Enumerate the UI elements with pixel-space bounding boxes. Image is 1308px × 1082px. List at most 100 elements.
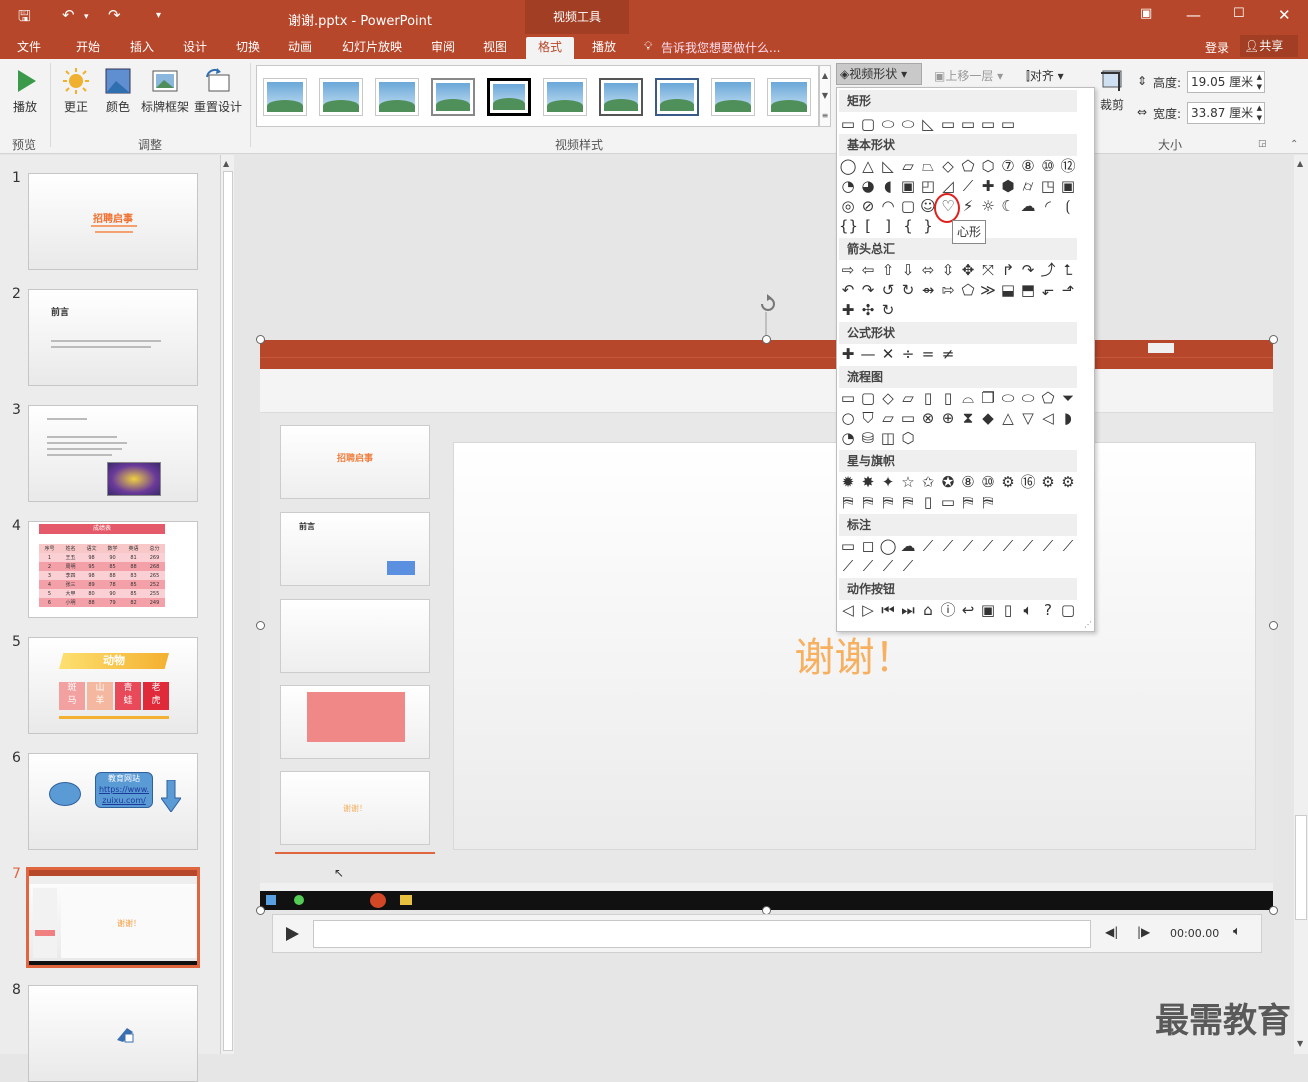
callout-shape-icon[interactable]: ⟋ bbox=[919, 538, 937, 555]
rectangle-shape-icon[interactable]: ⬭ bbox=[899, 116, 917, 133]
basic-shape-icon[interactable]: { bbox=[899, 218, 917, 235]
callout-shape-icon[interactable]: ⟋ bbox=[1039, 538, 1057, 555]
video-style-thumb[interactable] bbox=[711, 78, 755, 116]
resize-grip-icon[interactable]: ⋰ bbox=[1084, 620, 1092, 629]
action-button-icon[interactable]: ? bbox=[1039, 602, 1057, 619]
equation-shape-icon[interactable]: ✚ bbox=[839, 346, 857, 363]
arrow-shape-icon[interactable]: ⇩ bbox=[899, 262, 917, 279]
star-shape-icon[interactable]: ☆ bbox=[899, 474, 917, 491]
slide-thumb-1[interactable]: 招聘启事 bbox=[28, 173, 198, 270]
arrow-shape-icon[interactable]: ↻ bbox=[899, 282, 917, 299]
arrow-shape-icon[interactable]: ↱ bbox=[999, 262, 1017, 279]
basic-shape-icon[interactable]: ⌭ bbox=[1019, 178, 1037, 195]
basic-shape-icon[interactable]: ✚ bbox=[979, 178, 997, 195]
basic-shape-icon[interactable]: ⑫ bbox=[1059, 158, 1077, 175]
undo-icon[interactable]: ↶ bbox=[62, 6, 75, 24]
star-shape-icon[interactable]: ⑯ bbox=[1019, 474, 1037, 491]
flowchart-shape-icon[interactable]: ⛁ bbox=[859, 430, 877, 447]
slide-thumb-2[interactable]: 前言 bbox=[28, 289, 198, 386]
star-shape-icon[interactable]: ⑩ bbox=[979, 474, 997, 491]
flowchart-shape-icon[interactable]: ◆ bbox=[979, 410, 997, 427]
basic-shape-icon[interactable]: ▣ bbox=[1059, 178, 1077, 195]
flowchart-shape-icon[interactable]: ▭ bbox=[839, 390, 857, 407]
basic-shape-icon[interactable]: ⬡ bbox=[979, 158, 997, 175]
flowchart-shape-icon[interactable]: ▱ bbox=[899, 390, 917, 407]
basic-shape-icon[interactable]: ◺ bbox=[879, 158, 897, 175]
play-icon[interactable] bbox=[283, 925, 301, 943]
banner-shape-icon[interactable]: ⛿ bbox=[839, 494, 857, 511]
arrow-shape-icon[interactable]: ⇦ bbox=[859, 262, 877, 279]
arrow-shape-icon[interactable]: ⇴ bbox=[919, 282, 937, 299]
banner-shape-icon[interactable]: ⛿ bbox=[879, 494, 897, 511]
star-shape-icon[interactable]: ⚙ bbox=[1039, 474, 1057, 491]
basic-shape-icon[interactable]: ⚡ bbox=[959, 198, 977, 215]
rectangle-shape-icon[interactable]: ▭ bbox=[839, 116, 857, 133]
spin-arrows-icon[interactable]: ▲ ▼ bbox=[1257, 72, 1262, 92]
arrow-shape-icon[interactable]: ↻ bbox=[879, 302, 897, 319]
action-button-icon[interactable]: ▢ bbox=[1059, 602, 1077, 619]
rectangle-shape-icon[interactable]: ◺ bbox=[919, 116, 937, 133]
action-button-icon[interactable]: ⏮ bbox=[879, 602, 897, 619]
flowchart-shape-icon[interactable]: ▯ bbox=[939, 390, 957, 407]
tab-slideshow[interactable]: 幻灯片放映 bbox=[337, 37, 407, 59]
video-style-thumb[interactable] bbox=[655, 78, 699, 116]
arrow-shape-icon[interactable]: ≫ bbox=[979, 282, 997, 299]
save-icon[interactable]: 🖫 bbox=[18, 6, 31, 31]
tab-format[interactable]: 格式 bbox=[526, 37, 574, 59]
star-shape-icon[interactable]: ⑧ bbox=[959, 474, 977, 491]
flowchart-shape-icon[interactable]: ▭ bbox=[899, 410, 917, 427]
scroll-thumb[interactable] bbox=[223, 171, 233, 1051]
basic-shape-icon[interactable]: ▣ bbox=[899, 178, 917, 195]
basic-shape-icon[interactable]: ▢ bbox=[899, 198, 917, 215]
customize-qat-icon[interactable]: ▾ bbox=[156, 10, 161, 21]
basic-shape-icon[interactable]: ] bbox=[879, 218, 897, 235]
arrow-shape-icon[interactable]: ⇳ bbox=[939, 262, 957, 279]
video-style-thumb[interactable] bbox=[375, 78, 419, 116]
basic-shape-icon[interactable]: ◖ bbox=[879, 178, 897, 195]
action-button-icon[interactable]: ⌂ bbox=[919, 602, 937, 619]
height-field[interactable]: 19.05 厘米 ▲ ▼ bbox=[1187, 71, 1265, 93]
basic-shape-icon[interactable]: } bbox=[919, 218, 937, 235]
rectangle-shape-icon[interactable]: ▭ bbox=[959, 116, 977, 133]
action-button-icon[interactable]: ▣ bbox=[979, 602, 997, 619]
basic-shape-icon[interactable]: ☾ bbox=[999, 198, 1017, 215]
flowchart-shape-icon[interactable]: ◫ bbox=[879, 430, 897, 447]
callout-shape-icon[interactable]: ▭ bbox=[839, 538, 857, 555]
flowchart-shape-icon[interactable]: ▯ bbox=[919, 390, 937, 407]
banner-shape-icon[interactable]: ⛿ bbox=[979, 494, 997, 511]
basic-shape-icon[interactable]: ◜ bbox=[1039, 198, 1057, 215]
resize-handle[interactable] bbox=[762, 335, 771, 344]
action-button-icon[interactable]: ⓘ bbox=[939, 602, 957, 619]
vertical-scrollbar[interactable]: ▲ ▼ bbox=[1294, 155, 1308, 1054]
collapse-ribbon-icon[interactable]: ⌃ bbox=[1290, 139, 1298, 150]
basic-shape-icon[interactable]: ◰ bbox=[919, 178, 937, 195]
basic-shape-icon[interactable]: ⑩ bbox=[1039, 158, 1057, 175]
arrow-shape-icon[interactable]: ⬒ bbox=[1019, 282, 1037, 299]
equation-shape-icon[interactable]: — bbox=[859, 346, 877, 363]
undo-dropdown-icon[interactable]: ▾ bbox=[84, 12, 89, 22]
basic-shape-icon[interactable]: △ bbox=[859, 158, 877, 175]
bring-forward-button[interactable]: ▣上移一层 ▾ bbox=[934, 67, 1003, 84]
basic-shape-icon[interactable]: ⊘ bbox=[859, 198, 877, 215]
video-style-thumb[interactable] bbox=[487, 78, 531, 116]
basic-shape-icon[interactable]: ◎ bbox=[839, 198, 857, 215]
slide-thumb-8[interactable] bbox=[28, 985, 198, 1082]
flowchart-shape-icon[interactable]: △ bbox=[999, 410, 1017, 427]
scroll-thumb[interactable] bbox=[1295, 815, 1307, 920]
star-shape-icon[interactable]: ✪ bbox=[939, 474, 957, 491]
tell-me-search[interactable]: 告诉我您想要做什么... bbox=[661, 39, 780, 56]
banner-shape-icon[interactable]: ▯ bbox=[919, 494, 937, 511]
callout-shape-icon[interactable]: ⟋ bbox=[839, 558, 857, 575]
tab-file[interactable]: 文件 bbox=[10, 37, 48, 59]
flowchart-shape-icon[interactable]: ⬭ bbox=[1019, 390, 1037, 407]
banner-shape-icon[interactable]: ▭ bbox=[939, 494, 957, 511]
arrow-shape-icon[interactable]: ⬏ bbox=[1059, 282, 1077, 299]
rectangle-shape-icon[interactable]: ▢ bbox=[859, 116, 877, 133]
rectangle-shape-icon[interactable]: ▭ bbox=[979, 116, 997, 133]
arrow-shape-icon[interactable]: ✚ bbox=[839, 302, 857, 319]
flowchart-shape-icon[interactable]: ⊕ bbox=[939, 410, 957, 427]
basic-shape-icon[interactable]: ☁ bbox=[1019, 198, 1037, 215]
equation-shape-icon[interactable]: ≠ bbox=[939, 346, 957, 363]
banner-shape-icon[interactable]: ⛿ bbox=[859, 494, 877, 511]
action-button-icon[interactable]: ▷ bbox=[859, 602, 877, 619]
